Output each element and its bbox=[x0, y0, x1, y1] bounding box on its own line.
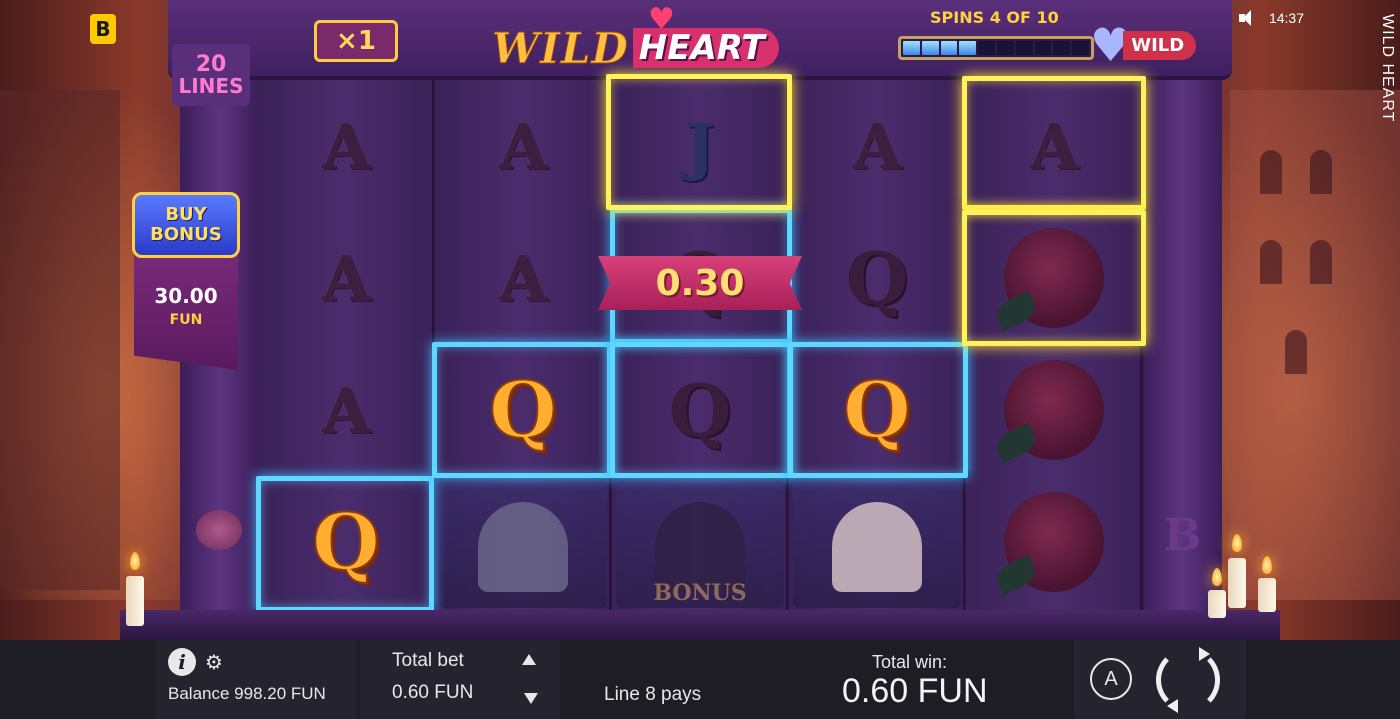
winline-highlight bbox=[610, 342, 792, 478]
speaker-icon[interactable] bbox=[1238, 10, 1257, 26]
lines-label: LINES bbox=[178, 74, 244, 99]
logo-word-heart: HEART bbox=[632, 28, 779, 68]
winline-highlight bbox=[788, 342, 968, 478]
meter-segment bbox=[940, 41, 958, 55]
logo-word-wild: WILD bbox=[492, 23, 629, 73]
candle-icon bbox=[126, 576, 144, 626]
lady-tile bbox=[793, 484, 961, 608]
symbol-q: Q bbox=[845, 235, 909, 321]
total-win-value: 0.60 FUN bbox=[842, 672, 988, 710]
balance-display: Balance 998.20 FUN bbox=[168, 684, 326, 703]
bet-decrease-arrow-icon[interactable] bbox=[524, 693, 538, 704]
raccoon-icon bbox=[478, 502, 568, 592]
wild-tag-label: WILD bbox=[1123, 30, 1197, 60]
reel-frame-base bbox=[120, 610, 1280, 640]
autoplay-button[interactable]: A bbox=[1090, 658, 1132, 700]
symbol-bonus-horse: BONUS bbox=[612, 480, 788, 612]
flame-icon bbox=[130, 552, 140, 570]
total-bet-value: 0.60 FUN bbox=[392, 682, 474, 703]
spin-button[interactable] bbox=[1156, 647, 1220, 713]
symbol-a: A bbox=[321, 373, 371, 447]
candle-icon bbox=[1258, 578, 1276, 612]
buy-bonus-button[interactable]: BUY BONUS bbox=[132, 192, 240, 258]
total-win-label: Total win: bbox=[872, 652, 948, 672]
clock: 14:37 bbox=[1268, 10, 1304, 26]
lady-icon bbox=[832, 502, 922, 592]
meter-segment bbox=[996, 41, 1014, 55]
left-building bbox=[0, 90, 120, 590]
status-bar: 14:37 bbox=[1238, 10, 1304, 26]
flame-icon bbox=[1262, 556, 1272, 574]
symbol-rose bbox=[966, 476, 1142, 608]
brand-badge: B bbox=[90, 14, 116, 44]
meter-segment bbox=[1015, 41, 1033, 55]
rose-icon bbox=[1004, 360, 1104, 460]
line-pays-message: Line 8 pays bbox=[604, 684, 702, 705]
symbol-rose bbox=[966, 344, 1142, 476]
lines-count: 20 bbox=[195, 51, 227, 77]
candle-icon bbox=[1228, 558, 1246, 608]
winline-highlight bbox=[256, 476, 434, 612]
raccoon-tile bbox=[439, 484, 607, 608]
buy-bonus-panel: 30.00 FUN bbox=[134, 250, 238, 370]
flame-icon bbox=[1212, 568, 1222, 586]
meter-segment bbox=[903, 41, 920, 55]
scatter-highlight bbox=[962, 76, 1146, 210]
meter-segment bbox=[978, 41, 995, 55]
bonus-label: BONUS bbox=[653, 580, 747, 606]
symbol-a: A bbox=[498, 241, 548, 315]
buy-bonus-label-1: BUY bbox=[165, 204, 207, 226]
buy-bonus-price: 30.00 bbox=[154, 284, 218, 308]
gear-icon[interactable]: ⚙ bbox=[205, 652, 225, 672]
winline-highlight bbox=[432, 342, 612, 478]
symbol-lady bbox=[789, 480, 965, 612]
meter-segment bbox=[921, 41, 939, 55]
pillar-letter: B bbox=[1164, 510, 1202, 561]
wild-tag: ♥ WILD bbox=[1090, 22, 1228, 68]
buy-bonus-currency: FUN bbox=[169, 312, 203, 328]
scatter-highlight bbox=[962, 210, 1146, 346]
vertical-game-title: WILD HEART bbox=[1379, 14, 1396, 123]
rose-icon bbox=[1004, 492, 1104, 592]
scatter-highlight bbox=[606, 74, 792, 210]
symbol-a: A bbox=[498, 109, 548, 183]
game-logo: WILD HEART bbox=[492, 22, 842, 74]
candle-icon bbox=[1208, 590, 1226, 618]
symbol-a: A bbox=[321, 109, 371, 183]
buy-bonus-label-2: BONUS bbox=[150, 224, 222, 245]
meter-segment bbox=[959, 41, 977, 55]
meter-segment bbox=[1053, 41, 1071, 55]
multiplier-box: ×1 bbox=[314, 20, 398, 62]
info-icon[interactable]: i bbox=[168, 648, 196, 676]
meter-segment bbox=[1034, 41, 1052, 55]
meter-segment bbox=[1072, 41, 1089, 55]
lines-box: 20 LINES bbox=[172, 44, 250, 106]
bet-increase-arrow-icon[interactable] bbox=[522, 654, 536, 665]
symbol-raccoon bbox=[435, 480, 611, 612]
win-amount-ribbon: 0.30 bbox=[598, 256, 802, 310]
flame-icon bbox=[1232, 534, 1242, 552]
horse-icon bbox=[655, 502, 745, 592]
free-spins-meter bbox=[898, 36, 1094, 60]
pillar-rose-icon bbox=[196, 510, 242, 550]
symbol-a: A bbox=[852, 109, 902, 183]
win-amount: 0.30 bbox=[655, 262, 745, 304]
right-building bbox=[1230, 90, 1400, 600]
total-bet-label: Total bet bbox=[392, 650, 464, 671]
bonus-tile: BONUS bbox=[616, 484, 784, 608]
symbol-a: A bbox=[321, 241, 371, 315]
free-spins-counter: SPINS 4 OF 10 bbox=[930, 8, 1059, 27]
